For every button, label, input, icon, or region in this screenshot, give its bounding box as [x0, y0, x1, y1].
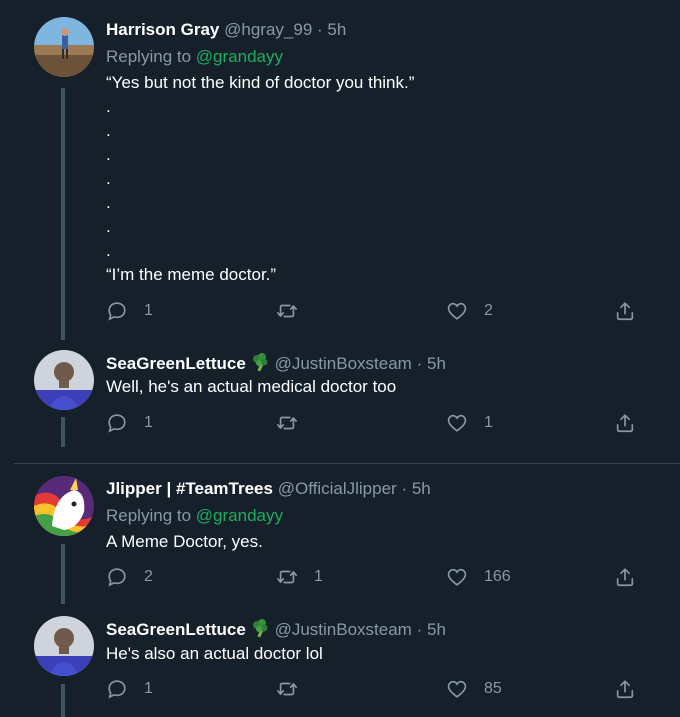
replying-to: Replying to @grandayy	[106, 47, 283, 67]
tweet-text-line: .	[106, 241, 111, 260]
like-button[interactable]: 2	[446, 300, 493, 322]
reply-count: 1	[144, 680, 153, 697]
heart-icon	[446, 566, 468, 588]
separator: ·	[317, 20, 323, 39]
share-icon	[614, 300, 636, 322]
mention-link[interactable]: @grandayy	[196, 47, 283, 66]
reply-count: 2	[144, 568, 153, 585]
like-button[interactable]: 85	[446, 678, 502, 700]
reply-icon	[106, 300, 128, 322]
broccoli-emoji	[250, 352, 270, 377]
retweet-button[interactable]: 1	[276, 566, 323, 588]
tweet-text-line: .	[106, 169, 111, 188]
tweet-text: “Yes but not the kind of doctor you thin…	[106, 71, 414, 287]
tweet-text-line: “Yes but not the kind of doctor you thin…	[106, 73, 415, 92]
retweet-button[interactable]	[276, 678, 314, 700]
user-handle[interactable]: @hgray_99	[224, 20, 312, 39]
heart-icon	[446, 300, 468, 322]
retweet-icon	[276, 566, 298, 588]
display-name[interactable]: SeaGreenLettuce	[106, 620, 246, 639]
thread-line	[61, 417, 65, 447]
timestamp[interactable]: 5h	[427, 620, 446, 639]
tweet-seagreenlettuce-2[interactable]: SeaGreenLettuce @JustinBoxsteam · 5h He'…	[0, 604, 680, 717]
like-count: 166	[484, 568, 511, 585]
reply-icon	[106, 678, 128, 700]
like-button[interactable]: 1	[446, 412, 493, 434]
tweet-text-line: .	[106, 217, 111, 236]
timestamp[interactable]: 5h	[427, 354, 446, 373]
replying-to-label: Replying to	[106, 47, 192, 66]
replying-to-label: Replying to	[106, 506, 192, 525]
tweet-actions: 1 2	[106, 300, 646, 324]
like-button[interactable]: 166	[446, 566, 511, 588]
reply-button[interactable]: 2	[106, 566, 153, 588]
tweet-header: Jlipper | #TeamTrees @OfficialJlipper · …	[106, 479, 431, 499]
retweet-button[interactable]	[276, 300, 314, 322]
tweet-jlipper[interactable]: Jlipper | #TeamTrees @OfficialJlipper · …	[0, 464, 680, 604]
user-handle[interactable]: @OfficialJlipper	[278, 479, 397, 498]
tweet-header: SeaGreenLettuce @JustinBoxsteam · 5h	[106, 352, 446, 377]
share-icon	[614, 678, 636, 700]
share-icon	[614, 412, 636, 434]
tweet-text: Well, he's an actual medical doctor too	[106, 377, 397, 396]
display-name[interactable]: Jlipper | #TeamTrees	[106, 479, 273, 498]
retweet-button[interactable]	[276, 412, 314, 434]
user-handle[interactable]: @JustinBoxsteam	[275, 354, 412, 373]
like-count: 1	[484, 414, 493, 431]
separator: ·	[416, 620, 423, 639]
reply-button[interactable]: 1	[106, 300, 153, 322]
tweet-actions: 2 1 166	[106, 566, 646, 590]
reply-button[interactable]: 1	[106, 678, 153, 700]
share-button[interactable]	[614, 678, 636, 700]
tweet-text-line: “I’m the meme doctor.”	[106, 265, 277, 284]
timestamp[interactable]: 5h	[412, 479, 431, 498]
reply-button[interactable]: 1	[106, 412, 153, 434]
separator: ·	[401, 479, 408, 498]
heart-icon	[446, 678, 468, 700]
reply-count: 1	[144, 302, 153, 319]
share-button[interactable]	[614, 566, 636, 588]
heart-icon	[446, 412, 468, 434]
share-button[interactable]	[614, 300, 636, 322]
retweet-icon	[276, 412, 298, 434]
reply-count: 1	[144, 414, 153, 431]
tweet-text-line: .	[106, 193, 111, 212]
like-count: 2	[484, 302, 493, 319]
separator: ·	[416, 354, 423, 373]
broccoli-emoji	[250, 618, 270, 643]
reply-icon	[106, 412, 128, 434]
user-handle[interactable]: @JustinBoxsteam	[275, 620, 412, 639]
tweet-actions: 1 85	[106, 678, 646, 702]
avatar[interactable]	[34, 350, 94, 410]
tweet-text: He's also an actual doctor lol	[106, 644, 323, 663]
thread-line	[61, 544, 65, 604]
mention-link[interactable]: @grandayy	[196, 506, 283, 525]
tweet-text: A Meme Doctor, yes.	[106, 532, 263, 551]
tweet-harrison-gray[interactable]: Harrison Gray @hgray_99 · 5h Replying to…	[0, 0, 680, 345]
thread-line	[61, 684, 65, 717]
tweet-header: SeaGreenLettuce @JustinBoxsteam · 5h	[106, 618, 446, 643]
tweet-actions: 1 1	[106, 412, 646, 436]
like-count: 85	[484, 680, 502, 697]
thread-line	[61, 88, 65, 340]
tweet-text-line: .	[106, 145, 111, 164]
tweet-text-line: .	[106, 97, 111, 116]
retweet-count: 1	[314, 568, 323, 585]
avatar[interactable]	[34, 476, 94, 536]
replying-to: Replying to @grandayy	[106, 506, 283, 526]
avatar[interactable]	[34, 616, 94, 676]
display-name[interactable]: SeaGreenLettuce	[106, 354, 246, 373]
share-icon	[614, 566, 636, 588]
tweet-text-line: .	[106, 121, 111, 140]
retweet-icon	[276, 300, 298, 322]
timestamp[interactable]: 5h	[327, 20, 346, 39]
avatar[interactable]	[34, 17, 94, 77]
retweet-icon	[276, 678, 298, 700]
tweet-seagreenlettuce-1[interactable]: SeaGreenLettuce @JustinBoxsteam · 5h Wel…	[0, 345, 680, 463]
display-name[interactable]: Harrison Gray	[106, 20, 219, 39]
tweet-header: Harrison Gray @hgray_99 · 5h	[106, 20, 346, 40]
share-button[interactable]	[614, 412, 636, 434]
reply-icon	[106, 566, 128, 588]
